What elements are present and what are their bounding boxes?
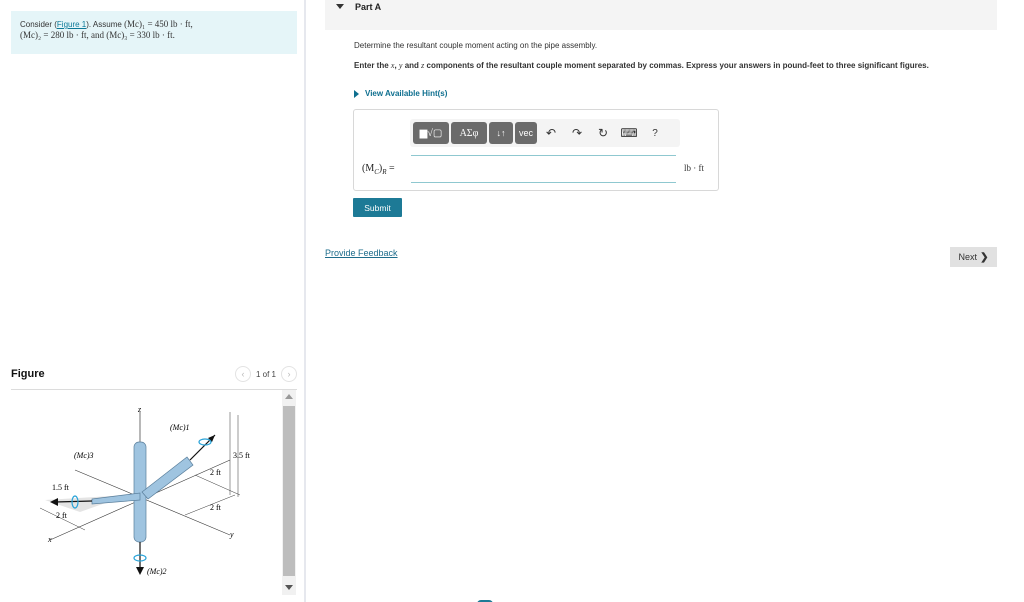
figure-scrollbar[interactable] [282, 390, 296, 595]
part-a-header[interactable]: Part A [325, 0, 997, 30]
figure-link[interactable]: Figure 1 [57, 20, 86, 29]
vector-button[interactable]: vec [515, 122, 537, 144]
moment-3-arrow [50, 498, 58, 506]
chevron-right-icon[interactable]: › [281, 366, 297, 382]
keyboard-icon[interactable]: ⌨ [617, 122, 641, 144]
dim-2ft-a: 2 ft [56, 511, 68, 520]
dim-1-5ft: 1.5 ft [52, 483, 70, 492]
answer-label: (MC)R = [362, 163, 395, 176]
left-panel: Consider (Figure 1). Assume (Mc)₁ = 450 … [0, 0, 306, 602]
pipe-branch-1 [141, 456, 194, 500]
figure-nav: ‹ 1 of 1 › [234, 366, 297, 382]
pipe-branch-3 [91, 492, 141, 505]
hint-label: View Available Hint(s) [365, 89, 448, 98]
instr-prefix: Enter the [354, 61, 391, 70]
label-eq: = [386, 163, 395, 174]
scroll-thumb[interactable] [283, 406, 295, 576]
unit-label: lb · ft [684, 163, 704, 173]
figure-title: Figure [11, 368, 45, 380]
instruction-text: Enter the x, y and z components of the r… [354, 60, 994, 71]
caret-down-icon [336, 4, 344, 9]
dim-2ft-c: 2 ft [210, 503, 222, 512]
templates-button[interactable]: ▆√▢ [413, 122, 449, 144]
moment-1: (Mc)₁ = 450 lb · ft, [124, 19, 193, 29]
next-label: Next [958, 252, 978, 262]
rotation-icon-1 [198, 438, 212, 446]
caret-right-icon [354, 89, 359, 98]
chevron-left-icon[interactable]: ‹ [234, 366, 251, 382]
dim-3-5ft: 3.5 ft [233, 451, 251, 460]
instr-suffix: components of the resultant couple momen… [424, 61, 929, 70]
m1-label: (Mc)1 [170, 423, 190, 432]
m2-label: (Mc)2 [147, 567, 167, 576]
x-label: x [47, 535, 52, 544]
question-text: Determine the resultant couple moment ac… [354, 41, 598, 50]
part-title: Part A [355, 2, 382, 12]
instr-mid2: and [402, 61, 422, 70]
y-label: y [229, 530, 234, 539]
label-main: (M [362, 163, 375, 174]
redo-icon[interactable]: ↷ [565, 122, 589, 144]
figure-counter: 1 of 1 [255, 369, 276, 379]
help-icon[interactable]: ? [643, 122, 667, 144]
problem-statement: Consider (Figure 1). Assume (Mc)₁ = 450 … [11, 11, 297, 54]
problem-after-link: ). Assume [86, 20, 125, 29]
chevron-right-icon: ❯ [980, 251, 989, 263]
moment-2-3: (Mc)₂ = 280 lb · ft, and (Mc)₃ = 330 lb … [20, 30, 175, 40]
math-toolbar: ▆√▢ ΑΣφ ↓↑ vec ↶ ↷ ↻ ⌨ ? [410, 119, 680, 147]
provide-feedback-link[interactable]: Provide Feedback [325, 248, 398, 258]
answer-input[interactable] [411, 155, 676, 183]
problem-prefix: Consider ( [20, 20, 57, 29]
pipe-assembly-figure: z x y (Mc)1 (Mc)2 (Mc)3 1.5 ft 2 ft 2 ft… [39, 405, 251, 576]
answer-box: ▆√▢ ΑΣφ ↓↑ vec ↶ ↷ ↻ ⌨ ? (MC)R = lb · ft [353, 109, 719, 191]
next-button[interactable]: Next ❯ [950, 247, 997, 267]
figure-header: Figure ‹ 1 of 1 › [11, 366, 297, 390]
moment-2-arrow [136, 567, 144, 575]
view-hints-toggle[interactable]: View Available Hint(s) [354, 89, 447, 98]
scroll-up-icon[interactable] [285, 394, 293, 399]
subscript-superscript-button[interactable]: ↓↑ [489, 122, 513, 144]
reset-icon[interactable]: ↻ [591, 122, 615, 144]
m3-label: (Mc)3 [74, 451, 94, 460]
undo-icon[interactable]: ↶ [539, 122, 563, 144]
question-block: Determine the resultant couple moment ac… [354, 40, 994, 80]
z-label: z [137, 405, 142, 414]
submit-button[interactable]: Submit [353, 198, 402, 217]
scroll-down-icon[interactable] [285, 585, 293, 590]
dim-2ft-b: 2 ft [210, 468, 222, 477]
symbols-button[interactable]: ΑΣφ [451, 122, 487, 144]
